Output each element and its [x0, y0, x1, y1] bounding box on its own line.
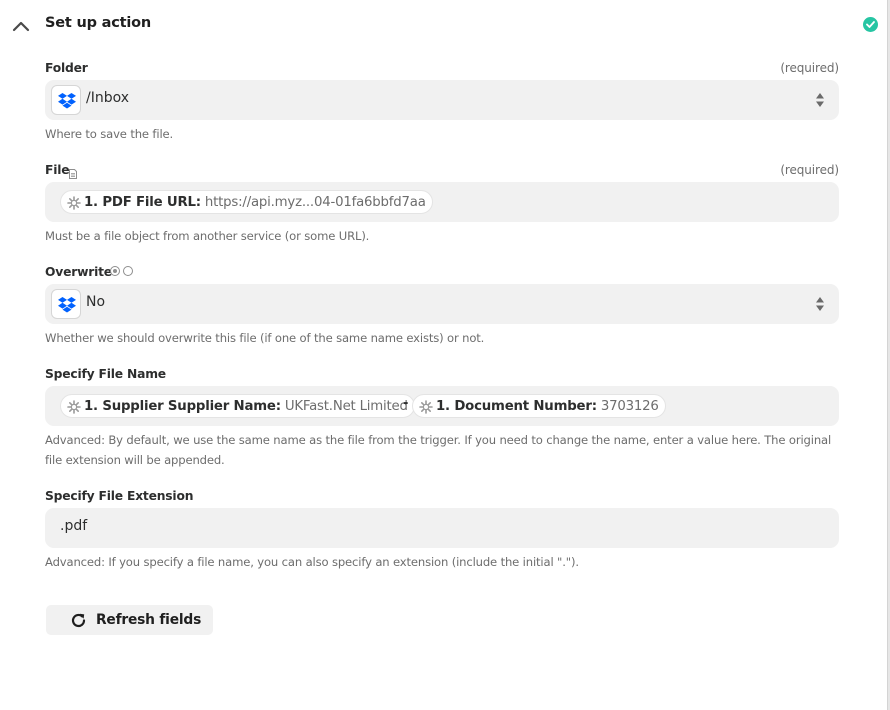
folder-required-label: (required) [780, 61, 839, 75]
file-name-help-line2: file extension will be appended. [45, 453, 225, 467]
folder-label: Folder [45, 61, 88, 75]
pill-key: 1. Document Number: [436, 398, 597, 414]
file-extension-label: Specify File Extension [45, 489, 194, 503]
select-arrows-icon[interactable] [815, 92, 825, 108]
chevron-up-icon[interactable] [12, 17, 30, 32]
file-extension-help: Advanced: If you specify a file name, yo… [45, 555, 579, 569]
file-name-label: Specify File Name [45, 367, 166, 381]
pill-value: 3703126 [600, 398, 659, 414]
folder-help: Where to save the file. [45, 127, 174, 141]
dropbox-icon [51, 289, 81, 319]
pill-value: UKFast.Net Limited [284, 398, 408, 414]
mapped-field-pill[interactable]: 1. Supplier Supplier Name: UKFast.Net Li… [60, 394, 415, 418]
refresh-icon [71, 613, 86, 628]
select-arrows-icon[interactable] [815, 296, 825, 312]
pill-separator: - [403, 396, 409, 411]
file-name-help-line1: Advanced: By default, we use the same na… [45, 433, 832, 447]
file-extension-value: .pdf [60, 518, 88, 534]
document-icon [69, 164, 77, 179]
section-header[interactable]: Set up action [0, 0, 887, 50]
check-circle-icon [863, 17, 878, 32]
file-name-input[interactable]: 1. Supplier Supplier Name: UKFast.Net Li… [45, 386, 839, 426]
overwrite-field: Overwrite No Whether we should overwrite… [45, 265, 839, 350]
gear-icon [67, 195, 81, 210]
pill-key: 1. PDF File URL: [84, 194, 201, 210]
radio-icon [110, 266, 133, 276]
file-extension-field: Specify File Extension .pdf Advanced: If… [45, 489, 839, 574]
gear-icon [419, 399, 433, 414]
radio-selected-icon [110, 266, 120, 276]
refresh-fields-button[interactable]: Refresh fields [46, 605, 213, 635]
pill-value: https://api.myz...04-01fa6bbfd7aa [204, 194, 426, 210]
mapped-field-pill[interactable]: 1. Document Number: 3703126 [412, 394, 666, 418]
file-label: File [45, 163, 70, 177]
overwrite-value: No [86, 294, 106, 310]
section-title: Set up action [45, 15, 151, 31]
pill-key: 1. Supplier Supplier Name: [84, 398, 281, 414]
overwrite-help: Whether we should overwrite this file (i… [45, 331, 485, 345]
file-field: File (required) 1. PDF File URL: https:/… [45, 163, 839, 248]
file-help: Must be a file object from another servi… [45, 229, 370, 243]
folder-field: Folder (required) /Inbox Where to save t… [45, 61, 839, 146]
dropbox-icon [51, 85, 81, 115]
gear-icon [67, 399, 81, 414]
overwrite-select[interactable]: No [45, 284, 839, 324]
file-extension-input[interactable]: .pdf [45, 508, 839, 548]
folder-value: /Inbox [86, 90, 130, 106]
mapped-field-pill[interactable]: 1. PDF File URL: https://api.myz...04-01… [60, 190, 433, 214]
file-name-field: Specify File Name 1. Supplier Supplier N… [45, 367, 839, 477]
overwrite-label: Overwrite [45, 265, 112, 279]
refresh-fields-label: Refresh fields [96, 612, 202, 628]
radio-unselected-icon [123, 266, 133, 276]
file-required-label: (required) [780, 163, 839, 177]
file-input[interactable]: 1. PDF File URL: https://api.myz...04-01… [45, 182, 839, 222]
folder-select[interactable]: /Inbox [45, 80, 839, 120]
